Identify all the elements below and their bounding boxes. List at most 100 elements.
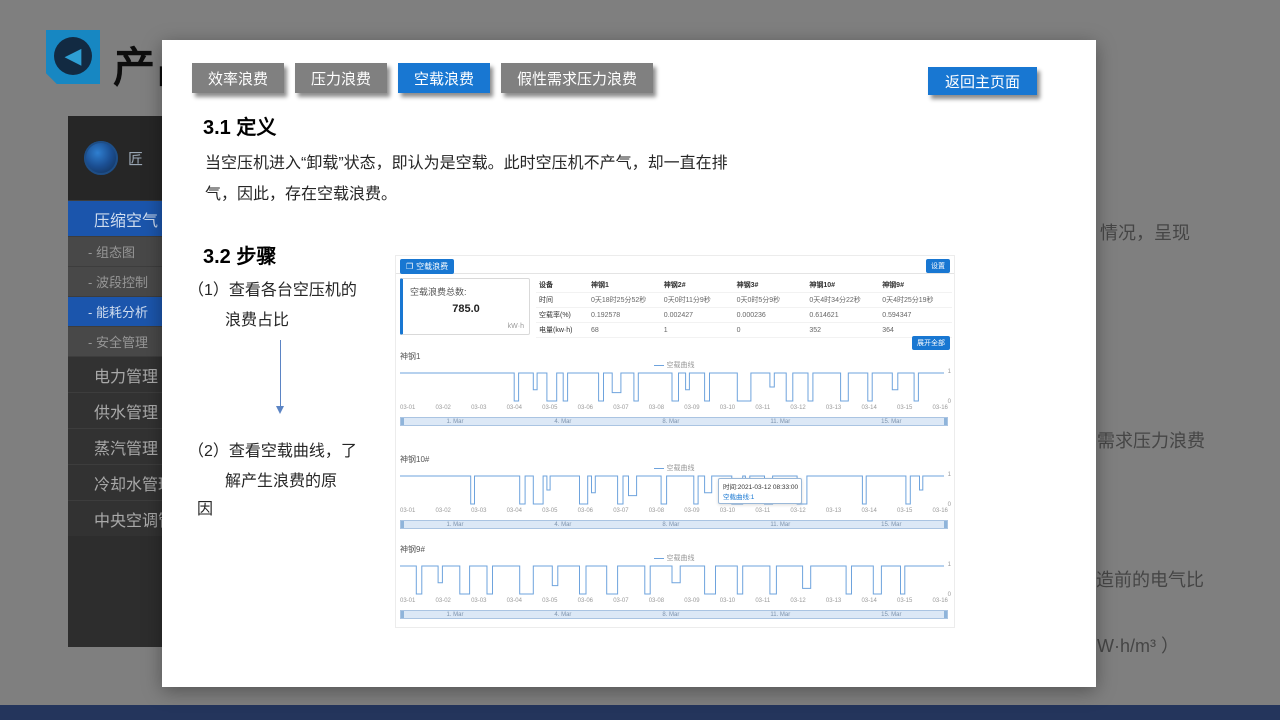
x-axis-tick: 03-04 [507, 508, 522, 514]
sidebar-item[interactable]: 电力管理 [68, 356, 162, 392]
chart-plot[interactable]: 10 [400, 474, 944, 506]
chart-legend[interactable]: 空载曲线 [396, 553, 952, 563]
x-axis-tick: 03-14 [861, 508, 876, 514]
legend-label: 空载曲线 [667, 360, 695, 370]
x-axis-tick: 03-13 [826, 598, 841, 604]
slider-label: 11. Mar [770, 522, 790, 528]
slider-label: 15. Mar [881, 419, 901, 425]
x-axis-tick: 03-01 [400, 508, 415, 514]
x-axis-tick: 03-14 [861, 405, 876, 411]
sidebar-item[interactable]: - 安全管理 [68, 326, 162, 356]
sidebar-item[interactable]: - 波段控制 [68, 266, 162, 296]
waste-tab[interactable]: 效率浪费 [192, 63, 284, 93]
back-button[interactable]: ◀ [46, 30, 100, 84]
x-axis-tick: 03-11 [755, 598, 770, 604]
brand-label: 匠 [128, 148, 143, 169]
waste-tab[interactable]: 假性需求压力浪费 [501, 63, 653, 93]
x-axis-tick: 03-15 [897, 598, 912, 604]
chart-plot[interactable]: 10 [400, 564, 944, 596]
sidebar-item[interactable]: 中央空调管理 [68, 500, 162, 536]
table-cell: 0天18时25分52秒 [588, 293, 661, 308]
chart-legend[interactable]: 空载曲线 [396, 463, 952, 473]
x-axis-tick: 03-11 [755, 405, 770, 411]
table-cell: 0.192578 [588, 308, 661, 323]
y-axis-max-label: 1 [948, 369, 951, 375]
expand-all-button[interactable]: 展开全部 [912, 336, 950, 350]
x-axis-tick: 03-07 [613, 598, 628, 604]
table-cell: 0.002427 [661, 308, 734, 323]
sidebar-item[interactable]: 冷却水管理 [68, 464, 162, 500]
table-cell: 0天4时25分19秒 [879, 293, 952, 308]
waste-total-value: 785.0 [403, 303, 529, 315]
slider-handle-left[interactable] [401, 521, 404, 528]
tooltip-time: 时间:2021-03-12 08:33:00 [723, 481, 797, 491]
slider-label: 1. Mar [446, 419, 463, 425]
x-axis-tick: 03-14 [861, 598, 876, 604]
slider-handle-right[interactable] [944, 418, 947, 425]
x-axis-tick: 03-16 [933, 598, 948, 604]
waste-total-label: 空载浪费总数: [410, 285, 467, 298]
chart-block: 神钢10#空载曲线1003-0103-0203-0303-0403-0503-0… [396, 454, 952, 542]
table-cell: 神钢9# [879, 278, 952, 293]
slider-label: 15. Mar [881, 522, 901, 528]
sidebar-item[interactable]: - 能耗分析 [68, 296, 162, 326]
slider-label: 1. Mar [446, 522, 463, 528]
slide-footer-bar [0, 705, 1280, 720]
definition-text: 当空压机进入“卸载”状态，即认为是空载。此时空压机不产气，却一直在排气，因此，存… [205, 148, 735, 210]
sidebar: 匠 压缩空气- 组态图- 波段控制- 能耗分析- 安全管理电力管理供水管理蒸汽管… [68, 116, 162, 647]
x-axis-tick: 03-10 [720, 508, 735, 514]
datazoom-slider[interactable]: 1. Mar4. Mar8. Mar11. Mar15. Mar [400, 610, 948, 619]
waste-total-unit: kW·h [508, 323, 524, 330]
y-axis-min-label: 0 [948, 399, 951, 405]
x-axis-tick: 03-05 [542, 508, 557, 514]
table-cell: 0 [734, 323, 807, 338]
y-axis-min-label: 0 [948, 502, 951, 508]
x-axis-tick: 03-16 [933, 508, 948, 514]
sidebar-item[interactable]: 供水管理 [68, 392, 162, 428]
slide-text-fragment: 需求压力浪费 [1097, 427, 1205, 453]
slider-handle-left[interactable] [401, 418, 404, 425]
waste-tab[interactable]: 压力浪费 [295, 63, 387, 93]
x-axis-tick: 03-02 [436, 405, 451, 411]
slider-label: 11. Mar [770, 612, 790, 618]
x-axis-tick: 03-12 [790, 598, 805, 604]
slider-handle-right[interactable] [944, 611, 947, 618]
x-axis-tick: 03-04 [507, 598, 522, 604]
x-axis-tick: 03-08 [649, 405, 664, 411]
table-cell: 神钢1 [588, 278, 661, 293]
settings-button[interactable]: 设置 [926, 259, 950, 273]
table-cell: 0.614621 [806, 308, 879, 323]
x-axis-tick: 03-03 [471, 508, 486, 514]
sidebar-item[interactable]: 蒸汽管理 [68, 428, 162, 464]
slider-handle-left[interactable] [401, 611, 404, 618]
slider-handle-right[interactable] [944, 521, 947, 528]
datazoom-slider[interactable]: 1. Mar4. Mar8. Mar11. Mar15. Mar [400, 520, 948, 529]
chart-legend[interactable]: 空载曲线 [396, 360, 952, 370]
slider-label: 4. Mar [554, 612, 571, 618]
x-axis-tick: 03-03 [471, 405, 486, 411]
waste-total-card: 空载浪费总数: 785.0 kW·h [400, 278, 530, 335]
x-axis-tick: 03-03 [471, 598, 486, 604]
x-axis-tick: 03-02 [436, 598, 451, 604]
datazoom-slider[interactable]: 1. Mar4. Mar8. Mar11. Mar15. Mar [400, 417, 948, 426]
x-axis-tick: 03-10 [720, 598, 735, 604]
x-axis-tick: 03-09 [684, 598, 699, 604]
chart-plot[interactable]: 10 [400, 371, 944, 403]
table-cell: 时间 [536, 293, 588, 308]
window-icon: ❐ [406, 262, 413, 271]
x-axis-tick: 03-09 [684, 405, 699, 411]
return-home-button[interactable]: 返回主页面 [928, 67, 1037, 95]
slider-label: 8. Mar [662, 522, 679, 528]
slider-label: 8. Mar [662, 419, 679, 425]
slider-label: 4. Mar [554, 419, 571, 425]
chart-block: 神钢9#空载曲线1003-0103-0203-0303-0403-0503-06… [396, 544, 952, 632]
table-cell: 神钢10# [806, 278, 879, 293]
waste-tab[interactable]: 空载浪费 [398, 63, 490, 93]
tooltip-value: 空载曲线:1 [723, 491, 797, 501]
table-cell: 空载率(%) [536, 308, 588, 323]
sidebar-item[interactable]: 压缩空气 [68, 200, 162, 236]
sidebar-item[interactable]: - 组态图 [68, 236, 162, 266]
definition-heading: 3.1 定义 [203, 111, 276, 140]
x-axis-tick: 03-12 [790, 405, 805, 411]
table-cell: 0天4时34分22秒 [806, 293, 879, 308]
